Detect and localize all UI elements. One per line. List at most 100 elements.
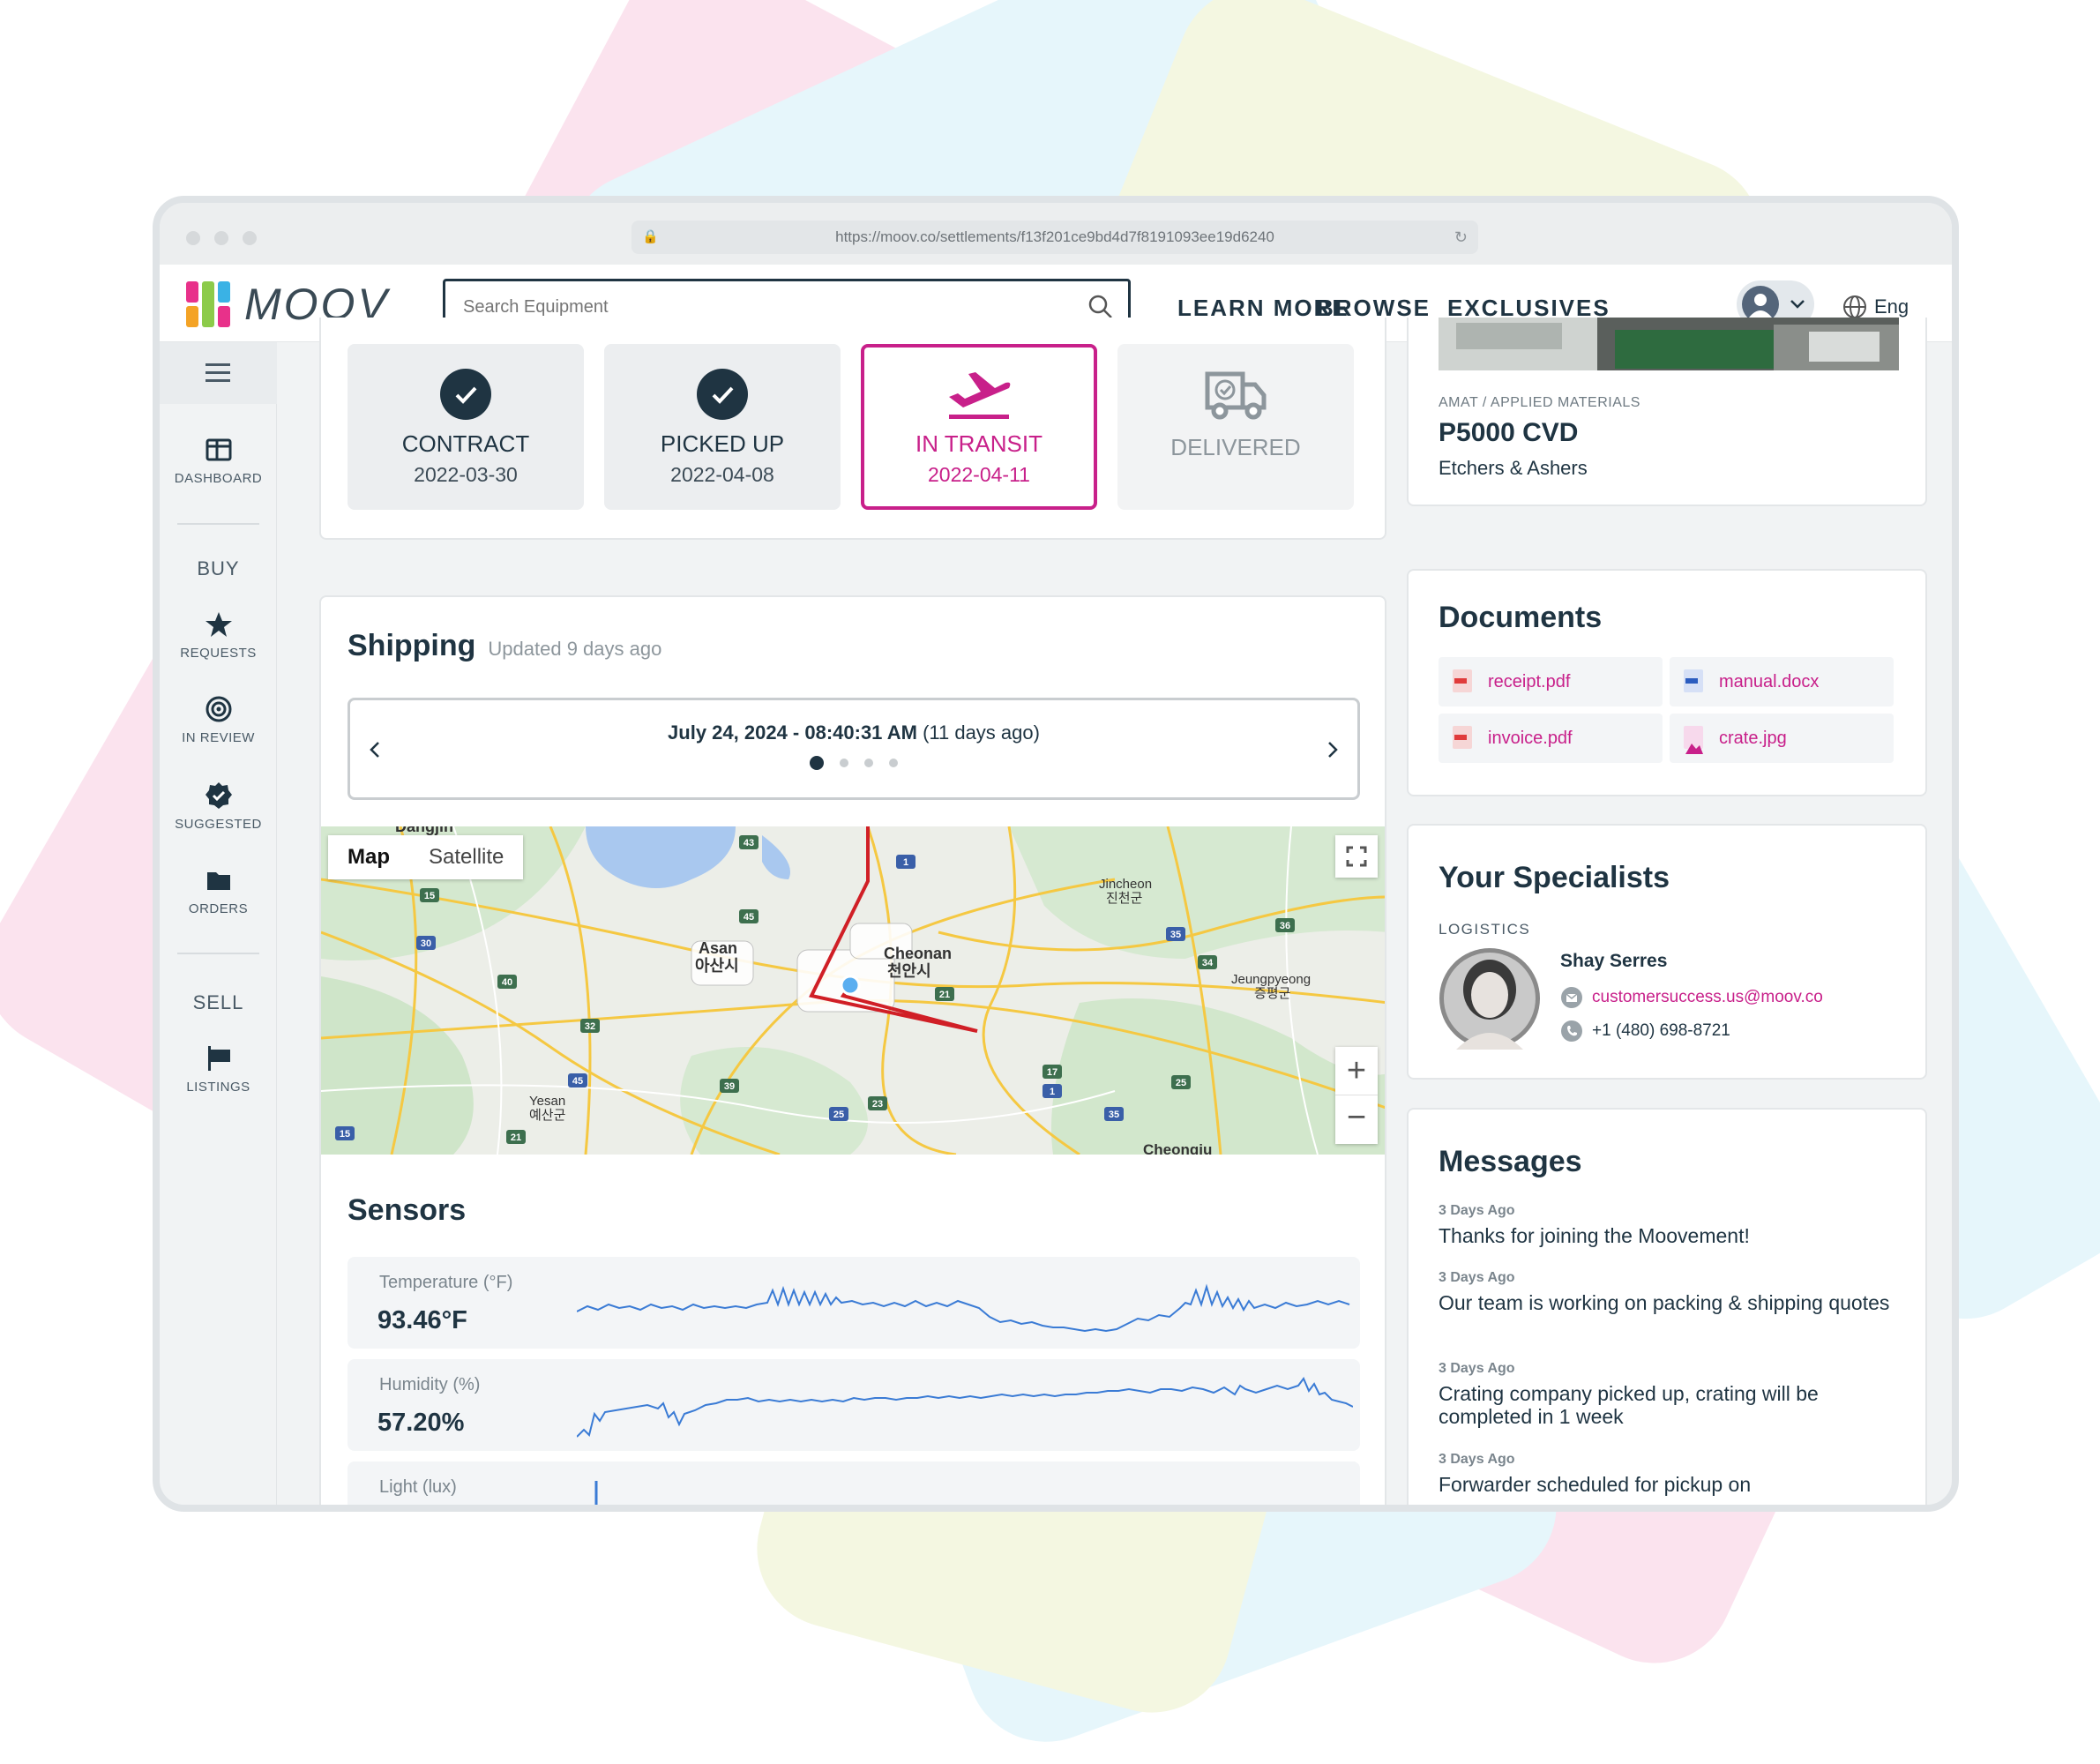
dashboard-icon — [206, 438, 231, 461]
specialist-email[interactable]: customersuccess.us@moov.co — [1592, 988, 1823, 1007]
zoom-out-button[interactable]: − — [1335, 1095, 1378, 1144]
sidebar-item-requests[interactable]: REQUESTS — [160, 610, 277, 661]
message-time: 3 Days Ago — [1439, 1452, 1515, 1467]
equipment-photo[interactable] — [1439, 318, 1899, 370]
route-shield: 21 — [506, 1130, 526, 1144]
messages-title: Messages — [1439, 1145, 1582, 1178]
document-item[interactable]: invoice.pdf — [1439, 714, 1663, 763]
pdf-file-icon — [1453, 726, 1472, 749]
sensor-value: 93.46°F — [377, 1306, 467, 1334]
sidebar-item-dashboard[interactable]: DASHBOARD — [160, 436, 277, 486]
pager-dot[interactable] — [889, 759, 898, 767]
chevron-left-icon[interactable] — [368, 739, 382, 760]
language-selector[interactable]: Eng — [1842, 295, 1909, 319]
logo-mark-icon — [186, 281, 232, 327]
sidebar-item-listings[interactable]: LISTINGS — [160, 1044, 277, 1095]
lock-icon: 🔒 — [642, 229, 659, 244]
sidebar-divider — [177, 523, 259, 525]
sidebar-label-in-review: IN REVIEW — [182, 730, 255, 745]
route-shield: 45 — [568, 1073, 587, 1088]
folder-icon — [206, 872, 230, 890]
fullscreen-button[interactable] — [1335, 835, 1378, 878]
sidebar-item-orders[interactable]: ORDERS — [160, 866, 277, 916]
message-item[interactable]: 3 Days Ago Crating company picked up, cr… — [1439, 1361, 1897, 1429]
route-shield: 15 — [420, 888, 439, 902]
sidebar-item-suggested[interactable]: SUGGESTED — [160, 781, 277, 832]
svg-text:25: 25 — [833, 1110, 844, 1120]
shipping-map[interactable]: Dangjin Asan 아산시 Cheonan 천안시 Jincheon 진천… — [321, 826, 1385, 1155]
sidebar-label-orders: ORDERS — [188, 901, 249, 916]
listing-model[interactable]: P5000 CVD — [1439, 418, 1578, 448]
svg-text:15: 15 — [424, 891, 435, 901]
map-tab-satellite[interactable]: Satellite — [409, 835, 523, 879]
specialists-card: Your Specialists LOGISTICS Shay Serres c… — [1407, 824, 1927, 1080]
map-label-dangjin: Dangjin — [395, 826, 453, 835]
documents-card: Documents receipt.pdf manual.docx invoic… — [1407, 569, 1927, 796]
temperature-sparkline — [577, 1283, 1350, 1333]
map-label-jincheon-ko: 진천군 — [1106, 891, 1143, 906]
step-date: 2022-04-11 — [928, 463, 1030, 486]
hamburger-icon — [206, 363, 230, 382]
svg-text:45: 45 — [744, 912, 754, 923]
sidebar-item-in-review[interactable]: IN REVIEW — [160, 695, 277, 745]
sensor-value: 57.20% — [377, 1409, 465, 1437]
specialist-phone[interactable]: +1 (480) 698-8721 — [1592, 1021, 1730, 1041]
message-item[interactable]: 3 Days Ago Forwarder scheduled for picku… — [1439, 1452, 1897, 1496]
sidebar-label-requests: REQUESTS — [180, 646, 257, 661]
sidebar-heading-buy: BUY — [197, 557, 240, 579]
window-maximize-dot[interactable] — [243, 231, 257, 245]
chevron-right-icon[interactable] — [1326, 739, 1340, 760]
star-icon — [205, 612, 232, 637]
route-shield: 1 — [1043, 1084, 1062, 1098]
step-date: 2022-03-30 — [414, 463, 518, 486]
current-location-marker — [840, 975, 861, 996]
listing-category: Etchers & Ashers — [1439, 457, 1588, 479]
document-item[interactable]: manual.docx — [1670, 657, 1894, 706]
pager-dot[interactable] — [840, 759, 848, 767]
window-close-dot[interactable] — [186, 231, 200, 245]
map-label-jeungpyeong-ko: 증평군 — [1254, 986, 1291, 1001]
sidebar-label-listings: LISTINGS — [186, 1080, 250, 1095]
map-label-asan-ko: 아산시 — [695, 957, 739, 975]
listing-brand: AMAT / APPLIED MATERIALS — [1439, 395, 1640, 410]
fullscreen-icon — [1346, 846, 1367, 867]
message-item[interactable]: 3 Days Ago Our team is working on packin… — [1439, 1270, 1897, 1314]
svg-text:25: 25 — [1176, 1078, 1186, 1088]
sign-post-icon — [207, 1046, 230, 1071]
sensor-label: Temperature (°F) — [379, 1273, 513, 1292]
map-label-jincheon: Jincheon — [1099, 877, 1152, 892]
map-tab-map[interactable]: Map — [328, 835, 409, 879]
svg-text:21: 21 — [511, 1132, 521, 1143]
verified-badge-icon — [205, 782, 232, 809]
shipping-date-relative: (11 days ago) — [923, 721, 1040, 744]
pager-dot[interactable] — [810, 756, 824, 770]
map-label-cheongju: Cheongju — [1143, 1141, 1212, 1155]
check-circle-icon — [440, 369, 491, 420]
window-minimize-dot[interactable] — [214, 231, 228, 245]
search-icon[interactable] — [1087, 294, 1114, 320]
svg-text:35: 35 — [1170, 930, 1181, 940]
map-label-cheonan: Cheonan — [884, 945, 952, 962]
specialists-title: Your Specialists — [1439, 861, 1670, 894]
svg-text:35: 35 — [1109, 1110, 1119, 1120]
map-label-asan: Asan — [699, 939, 737, 957]
pager-dot[interactable] — [864, 759, 873, 767]
document-name: crate.jpg — [1719, 729, 1787, 748]
route-shield: 1 — [896, 855, 915, 869]
message-text: Our team is working on packing & shippin… — [1439, 1291, 1890, 1314]
language-label: Eng — [1874, 295, 1909, 318]
specialist-avatar — [1439, 948, 1540, 1050]
map-label-cheonan-ko: 천안시 — [887, 962, 931, 980]
pager-dots — [350, 756, 1357, 770]
route-shield: 23 — [868, 1096, 887, 1110]
reload-icon[interactable]: ↻ — [1454, 220, 1468, 254]
document-item[interactable]: receipt.pdf — [1439, 657, 1663, 706]
menu-toggle[interactable] — [160, 342, 277, 404]
shipping-date-main: July 24, 2024 - 08:40:31 AM — [668, 721, 917, 744]
address-bar[interactable]: 🔒 https://moov.co/settlements/f13f201ce9… — [631, 220, 1478, 254]
document-item[interactable]: crate.jpg — [1670, 714, 1894, 763]
step-label: CONTRACT — [401, 430, 530, 457]
progress-card: CONTRACT 2022-03-30 PICKED UP 2022-04-08… — [319, 318, 1386, 540]
message-item[interactable]: 3 Days Ago Thanks for joining the Moovem… — [1439, 1203, 1897, 1247]
zoom-in-button[interactable]: + — [1335, 1047, 1378, 1095]
